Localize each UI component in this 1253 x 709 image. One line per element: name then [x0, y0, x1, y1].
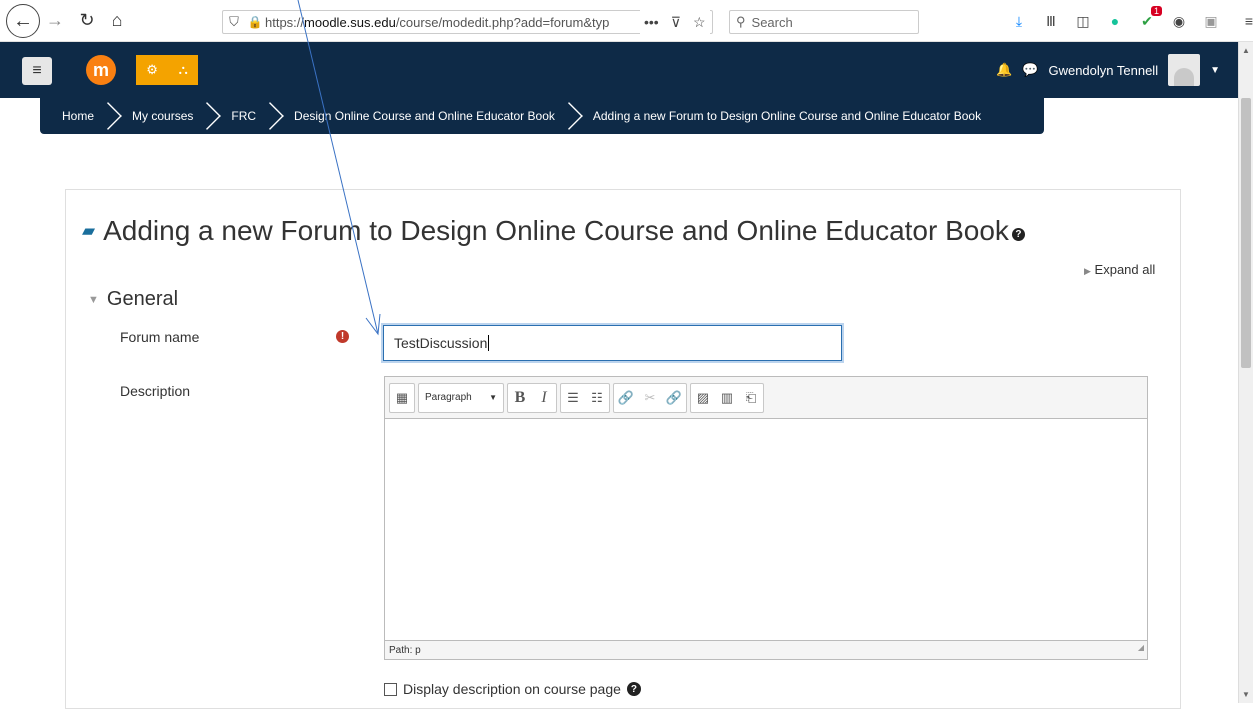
admin-buttons: ⚙ ⛬ [136, 55, 198, 85]
display-description-label: Display description on course page [403, 681, 621, 697]
breadcrumb-current[interactable]: Adding a new Forum to Design Online Cour… [579, 98, 1005, 134]
unlink-icon[interactable]: ✂ [638, 384, 662, 412]
browser-toolbar: ← → ↻ ⌂ ⛉ 🔒 https://moodle.sus.edu/cours… [0, 0, 1253, 42]
toolbar-toggle-group: ▦ [389, 382, 415, 413]
page-title-text: Adding a new Forum to Design Online Cour… [103, 215, 1009, 246]
expand-all-link[interactable]: ▶ Expand all [1084, 262, 1155, 277]
caret-down-icon: ▼ [88, 293, 99, 306]
back-button[interactable]: ← [6, 4, 40, 38]
bullet-list-icon[interactable]: ☰ [561, 384, 585, 412]
reload-button[interactable]: ↻ [76, 5, 98, 35]
moodle-logo[interactable]: m [86, 55, 116, 85]
page-title: ▰ Adding a new Forum to Design Online Co… [82, 215, 1025, 247]
link-group: 🔗 ✂ 🔗 [613, 382, 687, 413]
image-icon[interactable]: ▨ [691, 384, 715, 412]
home-button[interactable]: ⌂ [106, 5, 128, 35]
search-placeholder: Search [751, 14, 793, 30]
download-icon[interactable]: ⤓ [1010, 12, 1028, 30]
shield-icon: ⛉ [229, 14, 239, 29]
user-name[interactable]: Gwendolyn Tennell [1048, 63, 1158, 78]
caret-right-icon: ▶ [1084, 266, 1091, 276]
paste-icon[interactable]: ⎗ [739, 384, 763, 412]
grammarly-icon[interactable]: ● [1106, 12, 1124, 30]
drawer-toggle-button[interactable]: ≡ [22, 57, 52, 85]
library-icon[interactable]: Ⅲ [1042, 12, 1060, 30]
forum-icon: ▰ [82, 221, 96, 240]
display-description-option: Display description on course page ? [384, 681, 641, 697]
dropdown-arrow-icon: ▼ [489, 393, 497, 402]
chevron-down-icon[interactable]: ▼ [1210, 65, 1220, 76]
help-icon[interactable]: ? [626, 682, 641, 696]
required-icon: ! [336, 330, 349, 343]
format-group: Paragraph ▼ [418, 382, 504, 413]
extension-box-icon[interactable]: ▣ [1202, 12, 1220, 30]
breadcrumb-home[interactable]: Home [40, 98, 118, 134]
sitemap-icon[interactable]: ⛬ [179, 62, 188, 78]
bookmark-star-icon[interactable]: ☆ [693, 14, 706, 31]
editor-toolbar: ▦ Paragraph ▼ B I ☰ ☷ 🔗 ✂ 🔗 ▨ ▥ ⎗ [385, 377, 1147, 419]
forward-button[interactable]: → [44, 5, 66, 35]
sidebar-icon[interactable]: ◫ [1074, 12, 1092, 30]
browser-toolbar-icons: ⤓ Ⅲ ◫ ● ✔ 1 ◉ ▣ ≡ [1010, 6, 1253, 34]
breadcrumb-my-courses[interactable]: My courses [118, 98, 217, 134]
link-alt-icon[interactable]: 🔗 [662, 384, 686, 412]
numbered-list-icon[interactable]: ☷ [585, 384, 609, 412]
scroll-up-icon[interactable]: ▲ [1242, 46, 1250, 55]
messages-icon[interactable]: 💬 [1022, 62, 1038, 78]
forum-name-input[interactable]: TestDiscussion [383, 325, 842, 361]
text-style-group: B I [507, 382, 557, 413]
forum-name-label: Forum name [120, 329, 200, 345]
display-description-checkbox[interactable] [384, 682, 397, 696]
link-icon[interactable]: 🔗 [614, 384, 638, 412]
user-menu[interactable]: 🔔 💬 Gwendolyn Tennell ▼ [996, 54, 1220, 86]
moodle-navbar: ≡ m ⚙ ⛬ 🔔 💬 Gwendolyn Tennell ▼ [0, 42, 1238, 98]
breadcrumb: Home My courses FRC Design Online Course… [40, 98, 1044, 134]
editor-path: Path: p [389, 645, 421, 656]
toolbar-toggle-icon[interactable]: ▦ [390, 384, 414, 412]
media-icon[interactable]: ▥ [715, 384, 739, 412]
pocket-icon[interactable]: ⊽ [671, 14, 681, 31]
media-group: ▨ ▥ ⎗ [690, 382, 764, 413]
text-cursor [488, 335, 490, 351]
page-actions-button[interactable]: ••• [644, 14, 659, 30]
search-bar[interactable]: ⚲ Search [729, 10, 919, 34]
page-actions: ••• ⊽ ☆ [640, 10, 710, 34]
settings-gears-icon[interactable]: ⚙ [146, 62, 158, 78]
paragraph-format-select[interactable]: Paragraph ▼ [419, 384, 503, 412]
menu-icon[interactable]: ≡ [1240, 12, 1253, 30]
breadcrumb-frc[interactable]: FRC [217, 98, 280, 134]
page-scrollbar[interactable]: ▲ ▼ [1238, 42, 1253, 703]
scroll-thumb[interactable] [1241, 98, 1251, 368]
description-label: Description [120, 383, 191, 399]
breadcrumb-course[interactable]: Design Online Course and Online Educator… [280, 98, 579, 134]
description-editor: ▦ Paragraph ▼ B I ☰ ☷ 🔗 ✂ 🔗 ▨ ▥ ⎗ Path: p… [384, 376, 1148, 660]
extension-icon[interactable]: ◉ [1170, 12, 1188, 30]
lock-icon: 🔒 [247, 15, 263, 29]
italic-icon[interactable]: I [532, 384, 556, 412]
section-general-title: General [106, 288, 179, 310]
help-icon[interactable]: ? [1011, 227, 1025, 241]
notification-bell-icon[interactable]: 🔔 [996, 62, 1012, 78]
scroll-down-icon[interactable]: ▼ [1242, 690, 1250, 699]
section-general-toggle[interactable]: ▼ General [88, 288, 178, 311]
avatar[interactable] [1168, 54, 1201, 86]
editor-content-area[interactable] [385, 419, 1147, 640]
extension-shield-icon[interactable]: ✔ 1 [1138, 6, 1162, 30]
bold-icon[interactable]: B [508, 384, 532, 412]
editor-status-bar: Path: p ◢ [385, 640, 1147, 659]
resize-handle-icon[interactable]: ◢ [1138, 638, 1144, 657]
list-group: ☰ ☷ [560, 382, 610, 413]
search-icon: ⚲ [736, 14, 746, 29]
